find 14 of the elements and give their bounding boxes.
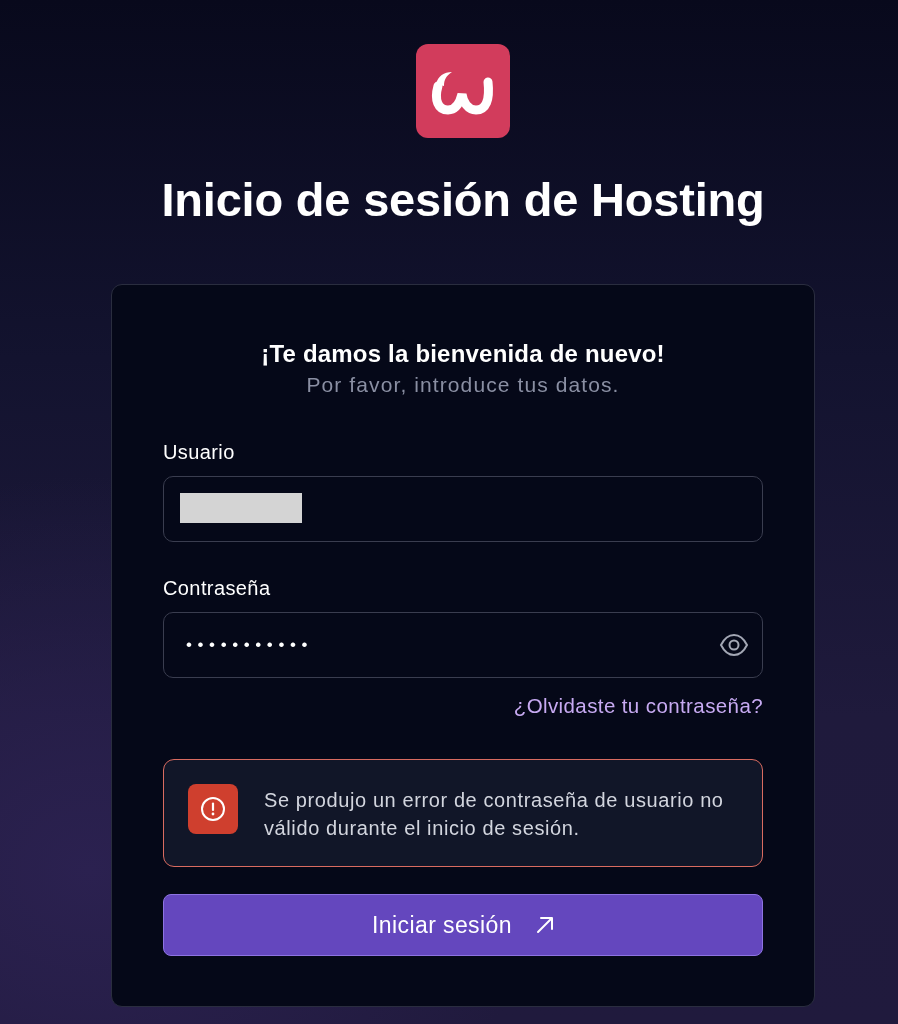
welcome-subtitle: Por favor, introduce tus datos. — [305, 372, 621, 397]
field-label: Contraseña — [163, 576, 272, 600]
alert-icon — [188, 784, 238, 834]
forgot-password-link[interactable]: ¿Olvidaste tu contraseña? — [513, 694, 763, 718]
password-field[interactable]: ••••••••••• — [163, 612, 763, 678]
arrow-icon — [535, 916, 554, 934]
field-label: Usuario — [163, 440, 236, 464]
error-message: Se produjo un error de contraseña de usuario no válido durante el inicio de sesión. — [264, 788, 725, 841]
username-field[interactable] — [163, 476, 763, 542]
sign-in-button[interactable]: Iniciar sesión — [163, 894, 763, 956]
welcome-heading: ¡Te damos la bienvenida de nuevo! — [260, 339, 666, 368]
logo-icon — [416, 44, 510, 138]
page-title: Inicio de sesión de Hosting — [161, 176, 765, 224]
eye-icon[interactable] — [719, 633, 749, 657]
